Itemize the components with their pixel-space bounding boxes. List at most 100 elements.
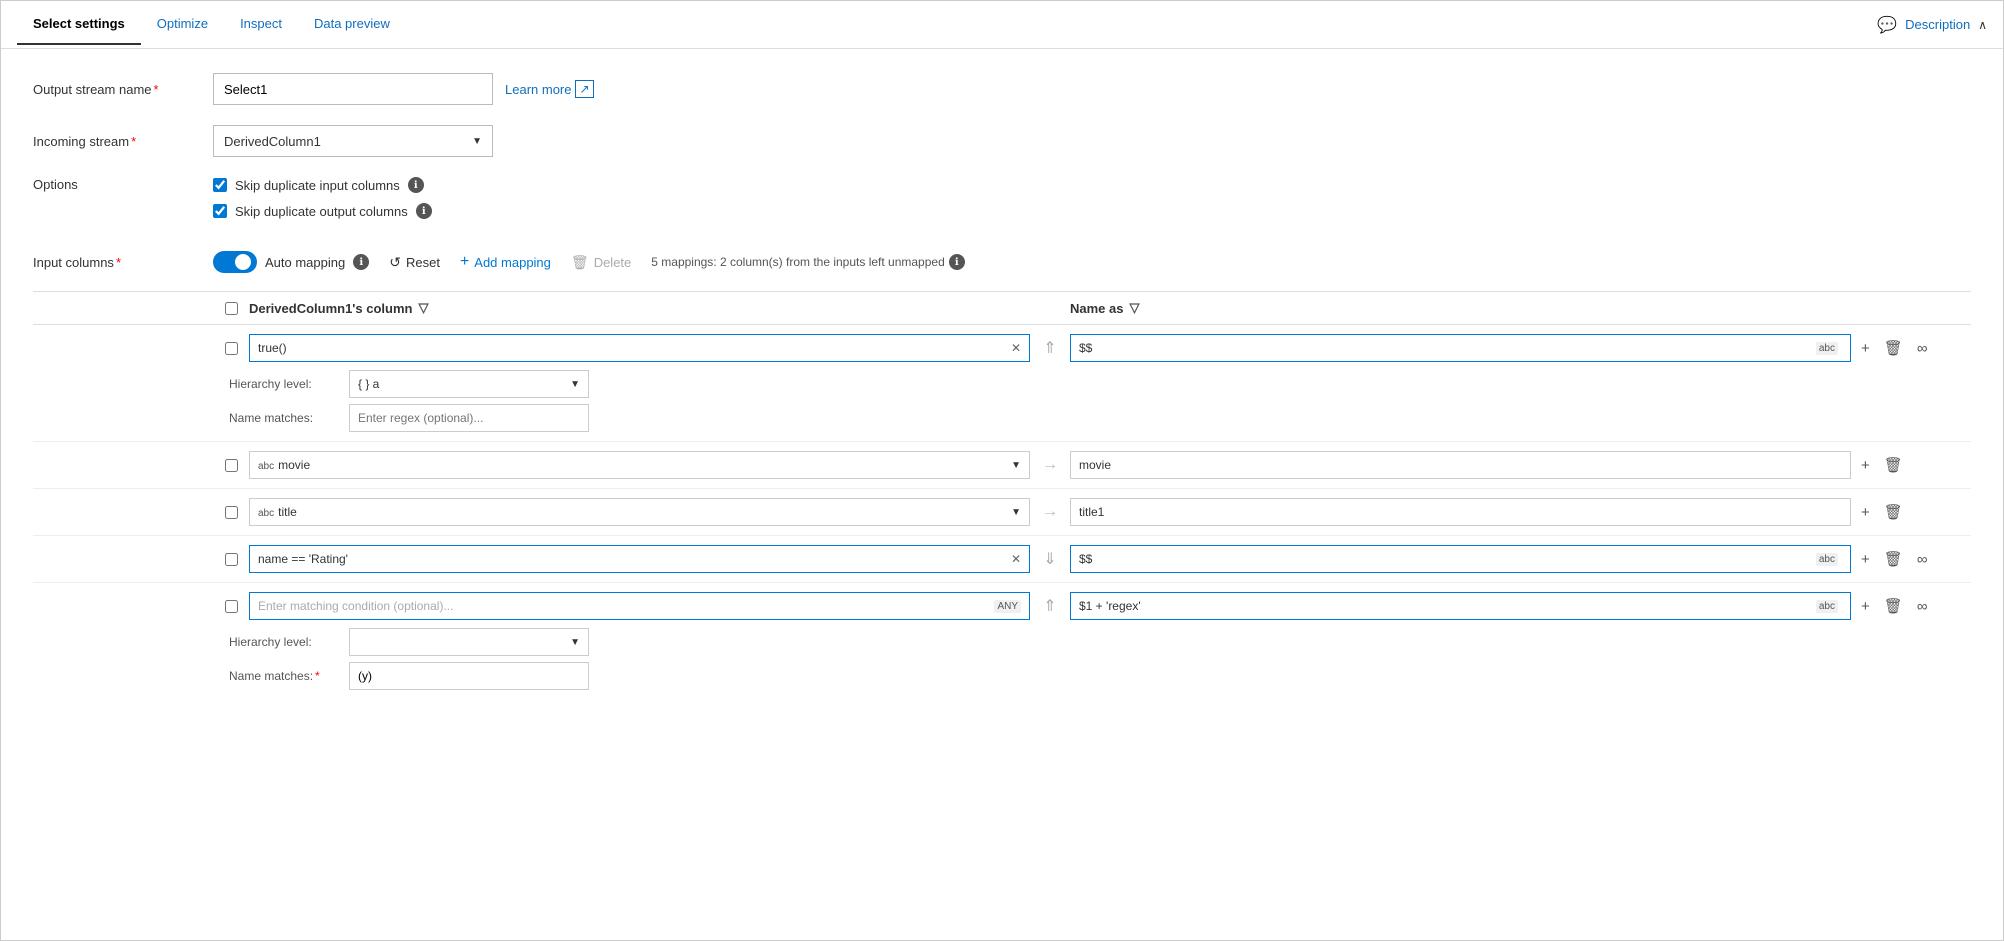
row5-sub-fields: Hierarchy level: ▼ Name matches:* [213, 625, 1971, 693]
auto-mapping-info-icon[interactable]: ℹ [353, 254, 369, 270]
row4-delete-button[interactable]: 🗑 [1880, 548, 1907, 570]
skip-duplicate-input-label: Skip duplicate input columns [235, 178, 400, 193]
expand-up-icon[interactable]: ⇑ [1043, 596, 1056, 616]
row1-checkbox[interactable] [225, 342, 238, 355]
source-column-header: DerivedColumn1's column ▽ [249, 300, 1030, 316]
chevron-down-icon: ▼ [570, 637, 580, 648]
row5-source-input[interactable]: Enter matching condition (optional)... A… [249, 592, 1030, 620]
row4-source-cell: name == 'Rating' ✕ [249, 545, 1030, 573]
row3-checkbox[interactable] [225, 506, 238, 519]
reset-button[interactable]: ↺ Reset [389, 250, 440, 275]
row5-namematches-label: Name matches:* [229, 669, 349, 683]
row3-delete-button[interactable]: 🗑 [1880, 501, 1907, 523]
chevron-down-icon: ▼ [570, 379, 580, 390]
row1-namematches-label: Name matches: [229, 411, 349, 425]
skip-duplicate-output-info-icon[interactable]: ℹ [416, 203, 432, 219]
row3-actions-cell: + 🗑 [1851, 501, 1971, 523]
row3-source-input[interactable]: abctitle ▼ [249, 498, 1030, 526]
row2-checkbox[interactable] [225, 459, 238, 472]
row2-source-cell: abcmovie ▼ [249, 451, 1030, 479]
row2-actions-cell: + 🗑 [1851, 454, 1971, 476]
incoming-stream-select[interactable]: DerivedColumn1 ▼ [213, 125, 493, 157]
row5-chain-button[interactable]: ∞ [1913, 596, 1932, 617]
chevron-down-icon: ▼ [1011, 460, 1021, 471]
tab-optimize[interactable]: Optimize [141, 4, 224, 45]
reset-icon: ↺ [389, 254, 401, 271]
row1-add-button[interactable]: + [1857, 338, 1874, 359]
add-mapping-button[interactable]: + Add mapping [460, 249, 551, 275]
row1-sub-fields: Hierarchy level: { } a ▼ Name matches: [213, 367, 1971, 435]
row5-actions-cell: + 🗑 ∞ [1851, 595, 1971, 617]
auto-mapping-toggle[interactable] [213, 251, 257, 273]
main-content: Output stream name* Learn more ↗ Incomin… [1, 49, 2003, 940]
learn-more-link[interactable]: Learn more ↗ [505, 80, 594, 98]
row5-delete-button[interactable]: 🗑 [1880, 595, 1907, 617]
expand-down-icon[interactable]: ⇓ [1043, 549, 1056, 569]
table-row: abcmovie ▼ → movie [213, 448, 1971, 482]
row4-target-input[interactable]: $$ abc [1070, 545, 1851, 573]
clear-icon[interactable]: ✕ [1011, 552, 1021, 566]
incoming-stream-row: Incoming stream* DerivedColumn1 ▼ [33, 125, 1971, 157]
row1-source-input[interactable]: true() ✕ [249, 334, 1030, 362]
row3-add-button[interactable]: + [1857, 502, 1874, 523]
clear-icon[interactable]: ✕ [1011, 341, 1021, 355]
row2-target-input[interactable]: movie [1070, 451, 1851, 479]
tab-data-preview[interactable]: Data preview [298, 4, 406, 45]
row1-namematches-input-cell [349, 404, 589, 432]
row5-add-button[interactable]: + [1857, 596, 1874, 617]
skip-duplicate-input-checkbox[interactable] [213, 178, 227, 192]
row5-checkbox-cell [213, 600, 249, 613]
row1-expand-cell: ⇑ [1030, 338, 1070, 358]
source-filter-icon[interactable]: ▽ [418, 300, 428, 316]
row1-actions-cell: + 🗑 ∞ [1851, 337, 1971, 359]
arrow-right-icon: → [1042, 503, 1058, 521]
skip-duplicate-output-checkbox[interactable] [213, 204, 227, 218]
row2-delete-button[interactable]: 🗑 [1880, 454, 1907, 476]
row3-checkbox-cell [213, 506, 249, 519]
row5-checkbox[interactable] [225, 600, 238, 613]
row2-target-cell: movie [1070, 451, 1851, 479]
output-stream-name-input[interactable] [213, 73, 493, 105]
target-filter-icon[interactable]: ▽ [1129, 300, 1139, 316]
row1-hierarchy-label: Hierarchy level: [229, 377, 349, 391]
row1-hierarchy-select[interactable]: { } a ▼ [349, 370, 589, 398]
mapping-group-4: name == 'Rating' ✕ ⇓ $$ abc [33, 536, 1971, 583]
row1-namematches-input[interactable] [349, 404, 589, 432]
select-all-checkbox[interactable] [225, 302, 238, 315]
row1-target-input[interactable]: $$ abc [1070, 334, 1851, 362]
row2-add-button[interactable]: + [1857, 455, 1874, 476]
tab-select-settings[interactable]: Select settings [17, 4, 141, 45]
auto-mapping-toggle-group: Auto mapping ℹ [213, 251, 369, 273]
row5-hierarchy-select[interactable]: ▼ [349, 628, 589, 656]
tabs: Select settings Optimize Inspect Data pr… [17, 4, 406, 45]
chevron-down-icon: ▼ [472, 136, 482, 147]
row5-target-input[interactable]: $1 + 'regex' abc [1070, 592, 1851, 620]
row4-actions-cell: + 🗑 ∞ [1851, 548, 1971, 570]
expand-up-icon[interactable]: ⇑ [1043, 338, 1056, 358]
mapping-group-2: abcmovie ▼ → movie [33, 442, 1971, 489]
options-label: Options [33, 177, 213, 192]
row4-checkbox[interactable] [225, 553, 238, 566]
row4-chain-button[interactable]: ∞ [1913, 549, 1932, 570]
mapping-group-5: Enter matching condition (optional)... A… [33, 583, 1971, 699]
row5-namematches-input[interactable] [349, 662, 589, 690]
tab-inspect[interactable]: Inspect [224, 4, 298, 45]
row4-expand-cell: ⇓ [1030, 549, 1070, 569]
row2-arrow-cell: → [1030, 456, 1070, 474]
skip-duplicate-input-info-icon[interactable]: ℹ [408, 177, 424, 193]
delete-button[interactable]: 🗑 Delete [571, 250, 631, 275]
row3-target-input[interactable]: title1 [1070, 498, 1851, 526]
table-header: DerivedColumn1's column ▽ Name as ▽ [33, 292, 1971, 325]
row4-add-button[interactable]: + [1857, 549, 1874, 570]
row1-chain-button[interactable]: ∞ [1913, 338, 1932, 359]
row1-namematches-row: Name matches: [213, 401, 1971, 435]
row5-target-cell: $1 + 'regex' abc [1070, 592, 1851, 620]
row4-source-input[interactable]: name == 'Rating' ✕ [249, 545, 1030, 573]
description-button[interactable]: 💬 Description ∧ [1877, 15, 1987, 35]
row2-source-input[interactable]: abcmovie ▼ [249, 451, 1030, 479]
mapping-group-1: true() ✕ ⇑ $$ abc [33, 325, 1971, 442]
row1-delete-button[interactable]: 🗑 [1880, 337, 1907, 359]
status-info-icon[interactable]: ℹ [949, 254, 965, 270]
skip-duplicate-output-row: Skip duplicate output columns ℹ [213, 203, 432, 219]
table-row: Enter matching condition (optional)... A… [213, 589, 1971, 623]
